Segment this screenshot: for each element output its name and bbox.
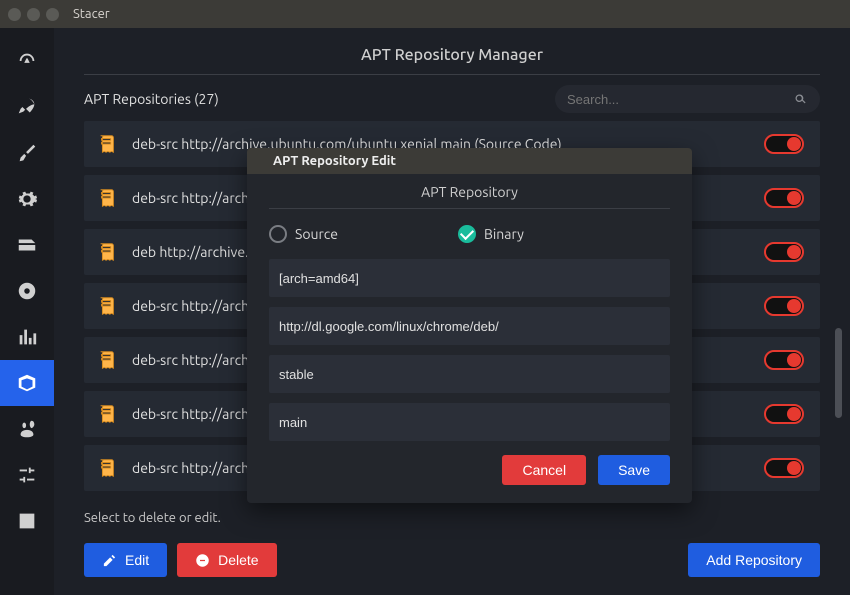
disk-icon xyxy=(16,280,38,302)
book-icon xyxy=(94,185,120,211)
save-button-label: Save xyxy=(618,462,650,478)
nav-services[interactable] xyxy=(0,176,54,222)
delete-icon xyxy=(195,553,210,568)
window-min-icon[interactable] xyxy=(27,8,40,21)
sidebar xyxy=(0,28,54,595)
delete-button[interactable]: Delete xyxy=(177,543,276,577)
nav-dashboard[interactable] xyxy=(0,38,54,84)
edit-button-label: Edit xyxy=(125,552,149,568)
package-icon xyxy=(16,372,38,394)
dashboard-icon xyxy=(16,50,38,72)
tray-icon xyxy=(16,234,38,256)
gear-icon xyxy=(16,188,38,210)
save-button[interactable]: Save xyxy=(598,455,670,485)
add-repo-label: Add Repository xyxy=(706,552,802,568)
search-input[interactable] xyxy=(567,92,793,107)
book-icon xyxy=(94,455,120,481)
log-icon xyxy=(16,510,38,532)
page-title: APT Repository Manager xyxy=(84,38,820,74)
modal-title: APT Repository Edit xyxy=(273,154,396,168)
nav-logs[interactable] xyxy=(0,498,54,544)
divider xyxy=(84,74,820,75)
nav-gnome[interactable] xyxy=(0,406,54,452)
repo-toggle[interactable] xyxy=(764,458,804,478)
cancel-button[interactable]: Cancel xyxy=(502,455,586,485)
repo-toggle[interactable] xyxy=(764,188,804,208)
repo-toggle[interactable] xyxy=(764,134,804,154)
radio-binary[interactable]: Binary xyxy=(458,225,524,243)
nav-uninstaller[interactable] xyxy=(0,268,54,314)
search-box[interactable] xyxy=(555,85,820,113)
scrollbar-thumb[interactable] xyxy=(835,328,842,418)
hint-text: Select to delete or edit. xyxy=(84,511,820,525)
search-icon xyxy=(793,92,808,107)
sliders-icon xyxy=(16,464,38,486)
pencil-icon xyxy=(102,553,117,568)
delete-button-label: Delete xyxy=(218,552,258,568)
window-title: Stacer xyxy=(73,7,110,21)
radio-source-label: Source xyxy=(295,226,338,242)
nav-apt[interactable] xyxy=(0,360,54,406)
brush-icon xyxy=(16,142,38,164)
component-field[interactable] xyxy=(269,403,670,441)
add-repo-button[interactable]: Add Repository xyxy=(688,543,820,577)
rocket-icon xyxy=(16,96,38,118)
repo-toggle[interactable] xyxy=(764,350,804,370)
nav-cleaner[interactable] xyxy=(0,130,54,176)
repo-toggle[interactable] xyxy=(764,242,804,262)
book-icon xyxy=(94,401,120,427)
book-icon xyxy=(94,131,120,157)
modal-subtitle: APT Repository xyxy=(269,180,670,209)
url-field[interactable] xyxy=(269,307,670,345)
chart-icon xyxy=(16,326,38,348)
main-panel: APT Repository Manager APT Repositories … xyxy=(54,28,850,595)
arch-field[interactable] xyxy=(269,259,670,297)
radio-binary-label: Binary xyxy=(484,226,524,242)
repo-count-label: APT Repositories (27) xyxy=(84,91,219,107)
nav-startup[interactable] xyxy=(0,84,54,130)
book-icon xyxy=(94,239,120,265)
nav-settings[interactable] xyxy=(0,452,54,498)
radio-dot-icon xyxy=(458,225,476,243)
cancel-button-label: Cancel xyxy=(522,462,566,478)
repo-toggle[interactable] xyxy=(764,404,804,424)
edit-repo-modal: APT Repository Edit APT Repository Sourc… xyxy=(247,148,692,503)
radio-dot-icon xyxy=(269,225,287,243)
window-close-icon[interactable] xyxy=(8,8,21,21)
dist-field[interactable] xyxy=(269,355,670,393)
window-titlebar: Stacer xyxy=(0,0,850,28)
footer-bar: Edit Delete Add Repository xyxy=(84,537,820,595)
nav-resources[interactable] xyxy=(0,314,54,360)
book-icon xyxy=(94,347,120,373)
gnome-icon xyxy=(16,418,38,440)
modal-titlebar: APT Repository Edit xyxy=(247,148,692,174)
book-icon xyxy=(94,293,120,319)
edit-button[interactable]: Edit xyxy=(84,543,167,577)
window-max-icon[interactable] xyxy=(46,8,59,21)
nav-processes[interactable] xyxy=(0,222,54,268)
repo-toggle[interactable] xyxy=(764,296,804,316)
radio-source[interactable]: Source xyxy=(269,225,338,243)
